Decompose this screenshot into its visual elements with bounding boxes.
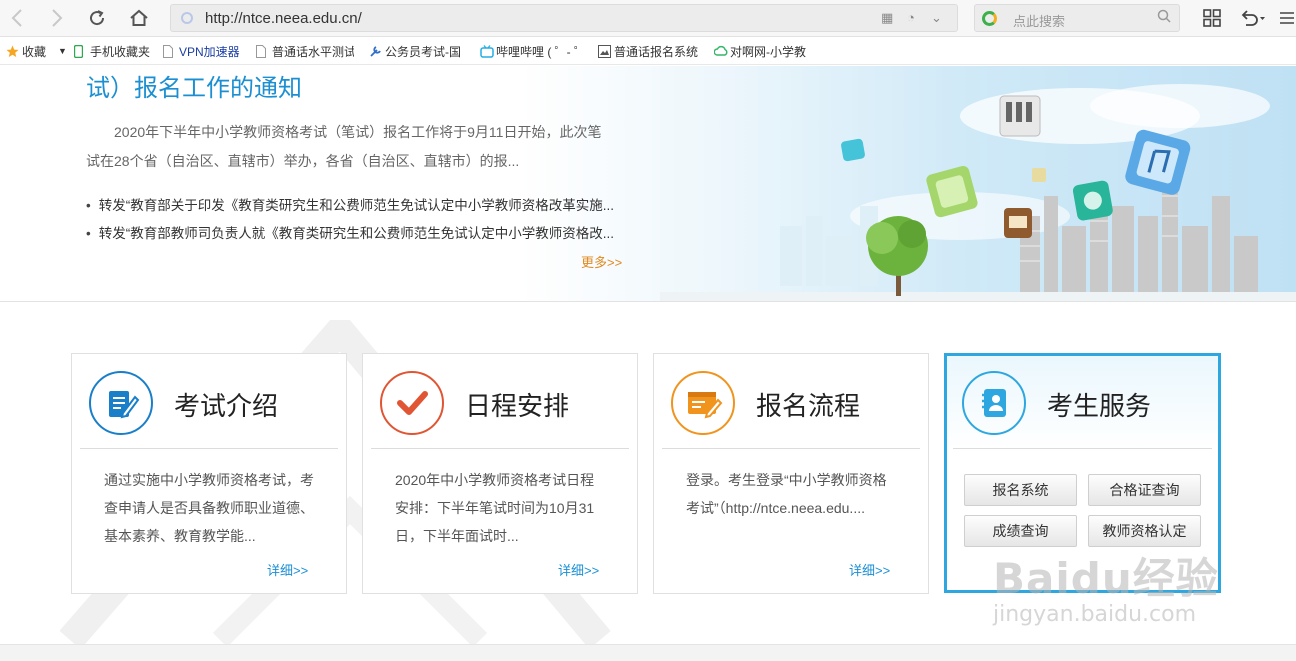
card-title: 日程安排 xyxy=(465,391,570,421)
details-link[interactable]: 详细>> xyxy=(558,560,599,579)
card-schedule[interactable]: 日程安排 2020年中小学教师资格考试日程 安排：下半年笔试时间为10月31 日… xyxy=(362,353,638,594)
bookmark-civil-service[interactable]: 公务员考试-国 xyxy=(369,43,465,59)
bookmark-vpn[interactable]: VPN加速器 xyxy=(163,43,240,59)
details-link[interactable]: 详细>> xyxy=(849,560,890,579)
bookmark-label: 哔哩哔哩 ( ゜- ゜ xyxy=(496,44,586,59)
bookmark-label: 对啊网-小学教 xyxy=(730,44,806,59)
address-url[interactable]: http://ntce.neea.edu.cn/ xyxy=(205,10,362,27)
card-description-line: 安排：下半年笔试时间为10月31 xyxy=(395,500,595,516)
card-description-line: 登录。考生登录“中小学教师资格 xyxy=(686,472,887,488)
section-divider xyxy=(0,301,1296,302)
more-news-link[interactable]: 更多>> xyxy=(581,252,622,271)
card-description-line: 2020年中小学教师资格考试日程 xyxy=(395,472,595,488)
bookmark-mobile-favorites[interactable]: 手机收藏夹 xyxy=(73,43,151,59)
news-summary-line: 试在28个省（自治区、直辖市）举办，各省（自治区、直辖市）的报... xyxy=(86,153,520,169)
card-description: 登录。考生登录“中小学教师资格 考试”（http://ntce.neea.edu… xyxy=(686,466,906,522)
card-title: 考生服务 xyxy=(1047,391,1152,421)
registration-system-button[interactable]: 报名系统 xyxy=(964,474,1077,506)
page-footer-strip xyxy=(0,644,1296,661)
card-title: 报名流程 xyxy=(756,391,861,421)
bookmark-label: VPN加速器 xyxy=(179,44,240,59)
bookmark-label: 普通话水平测试 xyxy=(272,44,354,59)
bookmark-bilibili[interactable]: 哔哩哔哩 ( ゜- ゜ xyxy=(480,43,586,59)
watermark-brand: Baidu经验 xyxy=(993,554,1219,603)
image-icon xyxy=(598,45,611,58)
card-divider xyxy=(80,448,338,449)
card-exam-intro[interactable]: 考试介绍 通过实施中小学教师资格考试，考 查申请人是否具备教师职业道德、 基本素… xyxy=(71,353,347,594)
bookmark-duia[interactable]: 对啊网-小学教 xyxy=(713,43,808,59)
news-item[interactable]: 转发“教育部关于印发《教育类研究生和公费师范生免试认定中小学教师资格改革实施..… xyxy=(86,192,614,220)
bookmark-label: 收藏 xyxy=(22,44,47,59)
card-divider xyxy=(953,448,1212,449)
search-input[interactable]: 点此搜索 xyxy=(1013,11,1065,30)
city-illustration xyxy=(660,84,1296,302)
bookmarks-bar: 收藏 ▼ 手机收藏夹 VPN加速器 普通话水平测试 公务员考试-国 哔哩哔哩 (… xyxy=(0,37,1296,65)
card-description-line: 考试”（http://ntce.neea.edu.... xyxy=(686,500,865,516)
undo-icon[interactable] xyxy=(1236,6,1270,30)
bookmark-putonghua-test[interactable]: 普通话水平测试 xyxy=(256,43,354,59)
watermark-domain: jingyan.baidu.com xyxy=(993,602,1197,627)
back-icon[interactable] xyxy=(4,6,30,30)
bookmark-label: 普通话报名系统 xyxy=(614,44,699,59)
card-divider xyxy=(662,448,920,449)
news-list: 转发“教育部关于印发《教育类研究生和公费师范生免试认定中小学教师资格改革实施..… xyxy=(86,192,614,248)
search-engine-icon[interactable] xyxy=(982,11,997,26)
bookmark-putonghua-registration[interactable]: 普通话报名系统 xyxy=(598,43,698,59)
score-query-button[interactable]: 成绩查询 xyxy=(964,515,1077,547)
site-globe-icon xyxy=(181,12,193,24)
card-description-line: 查申请人是否具备教师职业道德、 xyxy=(104,500,314,516)
cloud-icon xyxy=(713,45,728,57)
bookmark-favorites[interactable]: 收藏 ▼ xyxy=(6,43,67,59)
address-bar[interactable]: http://ntce.neea.edu.cn/ ▦ ◔ ⌄ xyxy=(170,4,958,32)
apps-grid-icon[interactable] xyxy=(1199,6,1225,30)
checkmark-icon xyxy=(380,371,444,435)
phone-icon xyxy=(73,44,86,59)
menu-icon[interactable] xyxy=(1278,6,1296,30)
hero-banner: 试）报名工作的通知 2020年下半年中小学教师资格考试（笔试）报名工作将于9月1… xyxy=(0,66,1296,302)
card-title: 考试介绍 xyxy=(174,391,279,421)
exam-paper-icon xyxy=(89,371,153,435)
news-headline[interactable]: 试）报名工作的通知 xyxy=(86,68,302,103)
bookmark-label: 手机收藏夹 xyxy=(90,44,151,59)
contact-book-icon xyxy=(962,371,1026,435)
baidu-jingyan-watermark: Baidu经验 jingyan.baidu.com xyxy=(993,545,1219,627)
news-summary-line: 2020年下半年中小学教师资格考试（笔试）报名工作将于9月11日开始，此次笔 xyxy=(114,124,602,140)
page-icon xyxy=(256,45,268,58)
reader-mode-icon[interactable]: ◔ xyxy=(907,10,915,25)
details-link[interactable]: 详细>> xyxy=(267,560,308,579)
forward-icon[interactable] xyxy=(44,6,70,30)
card-description: 2020年中小学教师资格考试日程 安排：下半年笔试时间为10月31 日，下半年面… xyxy=(395,466,615,550)
page-icon xyxy=(163,45,175,58)
news-summary: 2020年下半年中小学教师资格考试（笔试）报名工作将于9月11日开始，此次笔 试… xyxy=(86,118,646,176)
search-box[interactable]: 点此搜索 xyxy=(974,4,1180,32)
card-registration-process[interactable]: 报名流程 登录。考生登录“中小学教师资格 考试”（http://ntce.nee… xyxy=(653,353,929,594)
card-description-line: 日，下半年面试时... xyxy=(395,528,519,544)
card-description-line: 基本素养、教育教学能... xyxy=(104,528,256,544)
caret-down-icon[interactable]: ▼ xyxy=(58,46,67,56)
news-item[interactable]: 转发“教育部教师司负责人就《教育类研究生和公费师范生免试认定中小学教师资格改..… xyxy=(86,220,614,248)
bookmark-label: 公务员考试-国 xyxy=(385,44,461,59)
card-divider xyxy=(371,448,629,449)
qr-code-icon[interactable]: ▦ xyxy=(881,10,893,26)
tool-icon xyxy=(369,45,381,57)
bilibili-icon xyxy=(480,45,494,58)
card-description-line: 通过实施中小学教师资格考试，考 xyxy=(104,472,314,488)
teacher-certification-button[interactable]: 教师资格认定 xyxy=(1088,515,1201,547)
chevron-down-icon[interactable]: ⌄ xyxy=(931,10,942,26)
search-icon[interactable] xyxy=(1157,9,1171,26)
browser-toolbar: http://ntce.neea.edu.cn/ ▦ ◔ ⌄ 点此搜索 xyxy=(0,0,1296,37)
certificate-query-button[interactable]: 合格证查询 xyxy=(1088,474,1201,506)
home-icon[interactable] xyxy=(126,6,152,30)
card-description: 通过实施中小学教师资格考试，考 查申请人是否具备教师职业道德、 基本素养、教育教… xyxy=(104,466,324,550)
star-icon xyxy=(6,45,19,57)
form-edit-icon xyxy=(671,371,735,435)
reload-icon[interactable] xyxy=(84,6,110,30)
